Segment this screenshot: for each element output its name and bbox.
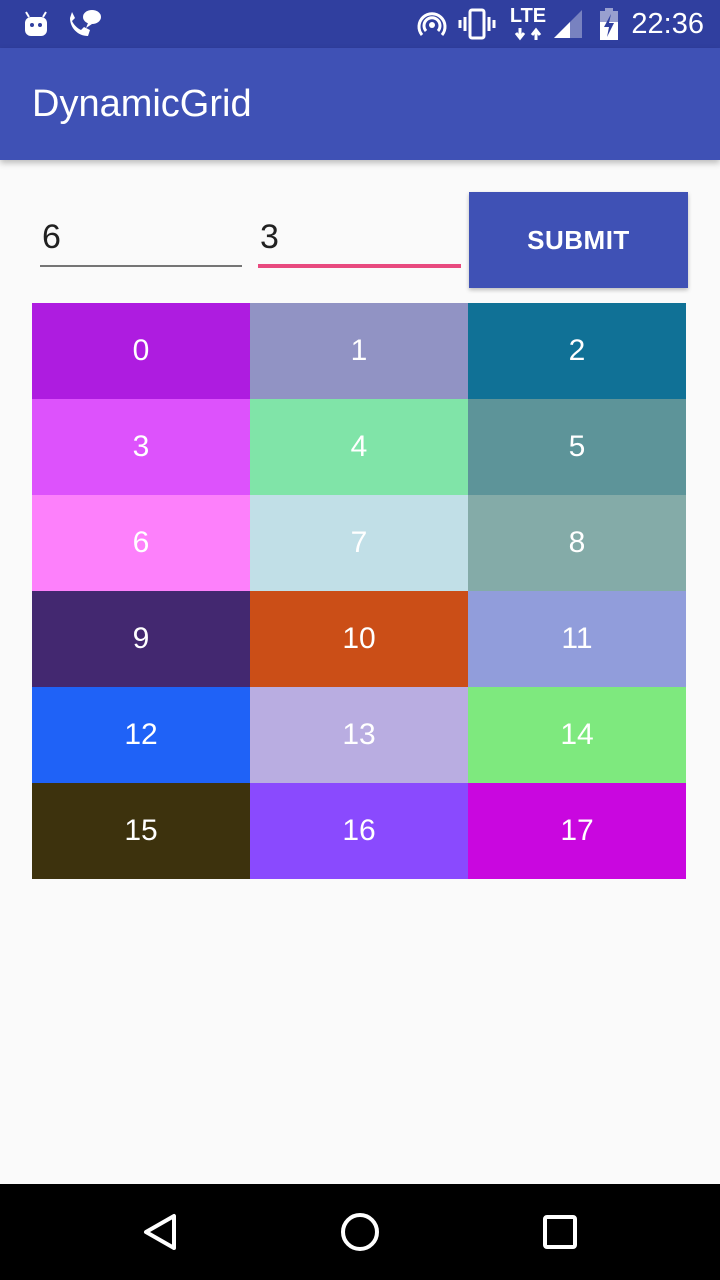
grid-cell[interactable]: 0 [32,303,250,399]
status-bar: LTE 22:36 [0,0,720,48]
grid-cell[interactable]: 3 [32,399,250,495]
lte-label: LTE [509,5,547,27]
columns-field[interactable] [258,212,461,268]
home-icon[interactable] [336,1208,384,1256]
android-debug-icon [25,11,47,36]
voicemail-icon [70,10,101,36]
status-time: 22:36 [631,8,704,40]
grid-cell[interactable]: 14 [468,687,686,783]
app-bar: DynamicGrid [0,48,720,160]
submit-button[interactable]: SUBMIT [469,192,688,288]
back-icon[interactable] [136,1208,184,1256]
grid-cell[interactable]: 11 [468,591,686,687]
grid-cell[interactable]: 5 [468,399,686,495]
grid-cell[interactable]: 6 [32,495,250,591]
rows-input[interactable] [40,212,242,262]
columns-input-underline [258,264,461,268]
grid-cell[interactable]: 4 [250,399,468,495]
columns-input[interactable] [258,212,461,262]
rows-field[interactable] [40,212,242,268]
battery-charging-icon [600,8,618,40]
grid-cell[interactable]: 9 [32,591,250,687]
grid-cell[interactable]: 17 [468,783,686,879]
grid-cell[interactable]: 16 [250,783,468,879]
recents-icon[interactable] [536,1208,584,1256]
grid-cell[interactable]: 1 [250,303,468,399]
signal-strength-icon [554,10,582,38]
grid-cell[interactable]: 10 [250,591,468,687]
vibrate-icon [458,8,496,40]
grid-cell[interactable]: 15 [32,783,250,879]
lte-signal-icon: LTE [508,6,548,42]
app-title: DynamicGrid [32,83,252,125]
grid-cell[interactable]: 8 [468,495,686,591]
grid-cell[interactable]: 13 [250,687,468,783]
grid-cell[interactable]: 12 [32,687,250,783]
navigation-bar [0,1184,720,1280]
grid-cell[interactable]: 7 [250,495,468,591]
color-grid: 0 1 2 3 4 5 6 7 8 9 10 11 12 13 14 15 16 17 [32,303,686,879]
grid-cell[interactable]: 2 [468,303,686,399]
rows-input-underline [40,265,242,267]
hotspot-icon [417,12,447,36]
